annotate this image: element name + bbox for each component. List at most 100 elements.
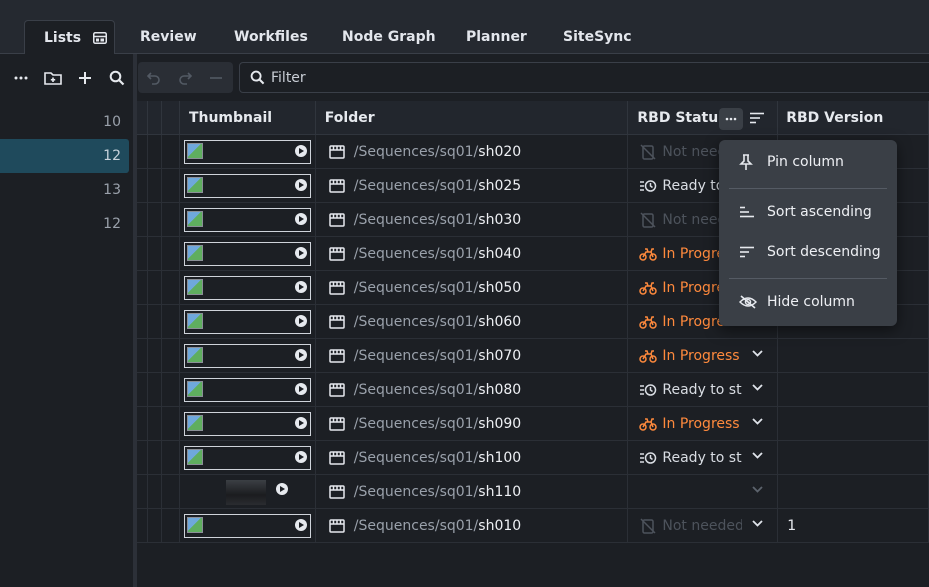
row-cell-spacer [148, 441, 162, 475]
play-icon[interactable] [294, 383, 307, 395]
remove-icon[interactable] [200, 62, 231, 93]
menu-item-sort-ascending[interactable]: Sort ascending [719, 195, 897, 229]
table-row[interactable]: /Sequences/sq01/sh090 In Progress [137, 407, 929, 441]
version-cell[interactable] [778, 339, 929, 373]
play-icon[interactable] [294, 281, 307, 293]
chevron-down-icon[interactable] [752, 350, 763, 357]
play-icon[interactable] [294, 315, 307, 327]
thumbnail-image[interactable] [225, 480, 288, 505]
add-folder-icon[interactable] [40, 62, 66, 94]
more-icon[interactable] [8, 62, 34, 94]
folder-parent-path: /Sequences/sq01/ [353, 348, 479, 364]
tab-sitesync[interactable]: SiteSync [563, 20, 632, 54]
tab-workfiles[interactable]: Workfiles [234, 20, 308, 54]
chevron-down-icon[interactable] [752, 520, 763, 527]
folder-cell[interactable]: /Sequences/sq01/sh050 [316, 271, 629, 305]
thumbnail-broken-image[interactable] [183, 140, 311, 164]
play-icon[interactable] [294, 145, 307, 157]
folder-cell[interactable]: /Sequences/sq01/sh060 [316, 305, 629, 339]
status-badge: Ready to start [628, 450, 742, 466]
sort-icon[interactable] [750, 112, 765, 124]
folder-panel: 10 12 13 12 [0, 54, 133, 587]
chevron-down-icon[interactable] [752, 452, 763, 459]
play-icon[interactable] [294, 451, 307, 463]
broken-image-icon [186, 347, 203, 363]
plus-icon[interactable] [72, 62, 98, 94]
status-cell[interactable]: In Progress [628, 407, 779, 441]
tab-review[interactable]: Review [140, 20, 197, 54]
row-cell-spacer [162, 135, 180, 169]
folder-cell[interactable]: /Sequences/sq01/sh020 [316, 135, 629, 169]
folder-cell[interactable]: /Sequences/sq01/sh025 [316, 169, 629, 203]
version-cell[interactable] [778, 373, 929, 407]
undo-icon[interactable] [138, 62, 169, 93]
play-icon[interactable] [294, 417, 307, 429]
thumbnail-broken-image[interactable] [183, 344, 311, 368]
ready-to-start-icon [640, 384, 657, 396]
redo-icon[interactable] [169, 62, 200, 93]
folder-cell[interactable]: /Sequences/sq01/sh030 [316, 203, 629, 237]
table-row[interactable]: /Sequences/sq01/sh100 Ready to start [137, 441, 929, 475]
folder-cell[interactable]: /Sequences/sq01/sh110 [316, 475, 629, 509]
play-icon[interactable] [294, 213, 307, 225]
thumbnail-broken-image[interactable] [183, 208, 311, 232]
play-icon[interactable] [294, 519, 307, 531]
tab-planner[interactable]: Planner [466, 20, 527, 54]
table-row[interactable]: /Sequences/sq01/sh070 In Progress [137, 339, 929, 373]
version-cell[interactable] [778, 475, 929, 509]
tab-lists[interactable]: Lists [24, 20, 115, 55]
folder-list: 10 12 13 12 [0, 105, 133, 241]
play-icon[interactable] [275, 483, 288, 495]
table-row[interactable]: /Sequences/sq01/sh110 [137, 475, 929, 509]
folder-row[interactable]: 10 [0, 105, 133, 139]
header-thumbnail[interactable]: Thumbnail [180, 101, 316, 135]
menu-item-sort-descending[interactable]: Sort descending [719, 235, 897, 269]
folder-cell[interactable]: /Sequences/sq01/sh080 [316, 373, 629, 407]
header-rbd-version[interactable]: RBD Version [778, 101, 929, 135]
folder-row[interactable]: 13 [0, 173, 133, 207]
play-icon[interactable] [294, 179, 307, 191]
menu-item-pin-column[interactable]: Pin column [719, 145, 897, 179]
thumbnail-broken-image[interactable] [183, 174, 311, 198]
version-cell[interactable] [778, 441, 929, 475]
table-row[interactable]: /Sequences/sq01/sh080 Ready to start [137, 373, 929, 407]
search-icon[interactable] [104, 62, 130, 94]
status-cell[interactable]: Ready to start [628, 441, 779, 475]
thumbnail-cell [180, 169, 316, 203]
header-rbd-status[interactable]: RBD Status [628, 101, 779, 135]
thumbnail-broken-image[interactable] [183, 242, 311, 266]
header-folder[interactable]: Folder [316, 101, 629, 135]
filter-input[interactable]: Filter [239, 62, 929, 93]
folder-row-selected[interactable]: 12 [0, 139, 129, 173]
status-cell[interactable]: Not needed [628, 509, 779, 543]
thumbnail-broken-image[interactable] [183, 446, 311, 470]
status-cell[interactable] [628, 475, 779, 509]
table-row[interactable]: /Sequences/sq01/sh010 Not needed 1 [137, 509, 929, 543]
folder-cell[interactable]: /Sequences/sq01/sh040 [316, 237, 629, 271]
menu-item-hide-column[interactable]: Hide column [719, 285, 897, 319]
version-cell[interactable] [778, 407, 929, 441]
folder-cell[interactable]: /Sequences/sq01/sh070 [316, 339, 629, 373]
chevron-down-icon[interactable] [752, 418, 763, 425]
tab-node-graph[interactable]: Node Graph [342, 20, 436, 54]
thumbnail-broken-image[interactable] [183, 514, 311, 538]
play-icon[interactable] [294, 247, 307, 259]
broken-image-icon [186, 211, 203, 227]
shot-clapper-icon [329, 145, 345, 159]
folder-cell[interactable]: /Sequences/sq01/sh090 [316, 407, 629, 441]
thumbnail-broken-image[interactable] [183, 412, 311, 436]
chevron-down-icon[interactable] [752, 384, 763, 391]
folder-cell[interactable]: /Sequences/sq01/sh100 [316, 441, 629, 475]
menu-divider [729, 278, 887, 279]
thumbnail-broken-image[interactable] [183, 378, 311, 402]
status-cell[interactable]: Ready to start [628, 373, 779, 407]
thumbnail-broken-image[interactable] [183, 310, 311, 334]
folder-row[interactable]: 12 [0, 207, 133, 241]
chevron-down-icon[interactable] [752, 486, 763, 493]
play-icon[interactable] [294, 349, 307, 361]
column-menu-button[interactable] [719, 108, 743, 130]
status-cell[interactable]: In Progress [628, 339, 779, 373]
folder-cell[interactable]: /Sequences/sq01/sh010 [316, 509, 629, 543]
version-cell[interactable]: 1 [778, 509, 929, 543]
thumbnail-broken-image[interactable] [183, 276, 311, 300]
